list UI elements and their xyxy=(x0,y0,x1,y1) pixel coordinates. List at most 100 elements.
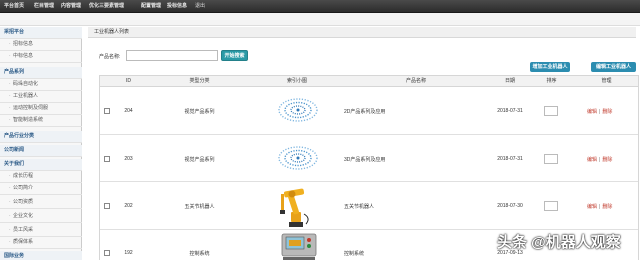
col-date: 日期 xyxy=(504,78,515,84)
vision-dots-icon xyxy=(278,146,318,170)
sidebar-label: 招标信息 xyxy=(13,41,34,47)
sidebar-section-about[interactable]: 关于我们 xyxy=(0,159,82,171)
row-checkbox[interactable] xyxy=(104,203,110,209)
sidebar-section-industry[interactable]: 产品行业分类 xyxy=(0,131,82,143)
sidebar-item-culture[interactable]: · 企业文化 xyxy=(0,211,82,223)
table-header: ID 类型分类 索引小图 产品名称 日期 排序 管理 xyxy=(100,76,638,87)
search-label: 产品名称: xyxy=(99,54,121,60)
sidebar-item-qualifications[interactable]: · 公司资质 xyxy=(0,197,82,209)
cell-name: 2D产品系列及应用 xyxy=(344,109,386,115)
top-nav: 平台首页 栏目管理 内容管理 优化三要素管理 配置管理 投标信息 退出 xyxy=(0,0,640,13)
delete-link[interactable]: 删除 xyxy=(602,157,612,163)
edit-link[interactable]: 编辑 xyxy=(587,109,597,115)
page-title: 工业机器人列表 xyxy=(94,29,130,35)
sidebar-label: 中标信息 xyxy=(13,53,34,59)
cell-category: 视觉产品系列 xyxy=(184,109,215,115)
sidebar-label: 企业文化 xyxy=(13,213,34,219)
sidebar-item-company-intro[interactable]: · 公司简介 xyxy=(0,183,82,195)
nav-seo-manage[interactable]: 优化三要素管理 xyxy=(89,0,124,13)
sort-input[interactable] xyxy=(544,106,558,116)
robot-arm-icon xyxy=(280,188,309,227)
sidebar-item-smart-manufacturing[interactable]: · 智能制造系统 xyxy=(0,115,82,127)
row-actions: 编辑 | 删除 xyxy=(587,203,612,210)
edit-link[interactable]: 编辑 xyxy=(587,157,597,163)
col-thumb: 索引小图 xyxy=(286,78,307,84)
add-robot-button[interactable]: 增加工业机器人 xyxy=(530,62,570,72)
table-row: 204 视觉产品系列 2D产品系列及应用 2018-07-31 编辑 | 删除 xyxy=(100,87,638,135)
sidebar-section-news[interactable]: 公司新闻 xyxy=(0,145,82,157)
sidebar-label: 员工风采 xyxy=(13,227,34,233)
row-actions: 编辑 | 删除 xyxy=(587,108,612,115)
row-checkbox[interactable] xyxy=(104,156,110,162)
sidebar-item-motion-control[interactable]: · 运动控制及伺服 xyxy=(0,103,82,115)
sidebar-label: 关于我们 xyxy=(4,161,25,167)
sidebar-label: 运动控制及伺服 xyxy=(13,105,49,111)
sidebar-label: 采招平台 xyxy=(4,29,25,35)
sidebar-item-win-info[interactable]: · 中标信息 xyxy=(0,51,82,63)
nav-config-manage[interactable]: 配置管理 xyxy=(141,0,161,13)
sidebar-label: 智能制造系统 xyxy=(13,117,44,123)
col-category: 类型分类 xyxy=(189,78,210,84)
sidebar-label: 公司资质 xyxy=(13,199,34,205)
search-button[interactable]: 开始搜索 xyxy=(221,50,248,61)
sidebar-item-history[interactable]: · 成长历程 xyxy=(0,171,82,183)
row-actions: 编辑 | 删除 xyxy=(587,156,612,163)
main-content: 工业机器人列表 产品名称: 开始搜索 增加工业机器人 编辑工业机器人 ID 类型… xyxy=(84,27,640,260)
sidebar-item-bid-info[interactable]: · 招标信息 xyxy=(0,39,82,51)
vision-dots-icon xyxy=(278,98,318,122)
sidebar-label: 国际业务 xyxy=(4,253,25,259)
control-panel-icon xyxy=(281,233,317,260)
watermark: 头条 @机器人观察 xyxy=(497,231,637,255)
row-checkbox[interactable] xyxy=(104,250,110,256)
cell-id: 203 xyxy=(124,156,133,162)
panel-title-bar: 工业机器人列表 xyxy=(88,27,636,38)
sidebar-label: 成长历程 xyxy=(13,173,34,179)
sidebar-section-bidding[interactable]: 采招平台 xyxy=(0,27,82,39)
sidebar-label: 质保体系 xyxy=(13,239,34,245)
nav-logout[interactable]: 退出 xyxy=(195,0,205,13)
sidebar-label: 产品系列 xyxy=(4,69,25,75)
row-checkbox[interactable] xyxy=(104,108,110,114)
sidebar-label: 公司新闻 xyxy=(4,147,25,153)
nav-bid-info[interactable]: 投标信息 xyxy=(167,0,187,13)
search-input[interactable] xyxy=(126,50,218,61)
sidebar-section-products[interactable]: 产品系列 xyxy=(0,67,82,79)
sidebar-label: 产品行业分类 xyxy=(4,133,35,139)
sort-input[interactable] xyxy=(544,201,558,211)
sidebar-label: 公司简介 xyxy=(13,185,34,191)
header-strip xyxy=(0,13,640,26)
cell-id: 204 xyxy=(124,108,133,114)
cell-category: 控制系统 xyxy=(189,251,210,257)
sidebar-item-quality[interactable]: · 质保体系 xyxy=(0,237,82,249)
col-manage: 管理 xyxy=(601,78,612,84)
cell-date: 2018-07-31 xyxy=(497,108,523,114)
cell-name: 3D产品系列及应用 xyxy=(344,157,386,163)
sidebar: 采招平台 · 招标信息 · 中标信息 产品系列 · 码垛自动化 · 工业机器人 · 运动控… xyxy=(0,27,82,260)
sort-input[interactable] xyxy=(544,154,558,164)
col-id: ID xyxy=(126,78,131,84)
cell-date: 2018-07-31 xyxy=(497,156,523,162)
edit-robot-button[interactable]: 编辑工业机器人 xyxy=(591,62,636,72)
watermark-text: 头条 @机器人观察 xyxy=(497,234,621,251)
col-name: 产品名称 xyxy=(405,78,426,84)
nav-content-manage[interactable]: 内容管理 xyxy=(61,0,81,13)
nav-column-manage[interactable]: 栏目管理 xyxy=(34,0,54,13)
col-sort: 排序 xyxy=(546,78,557,84)
cell-name: 五关节机器人 xyxy=(344,204,375,210)
cell-id: 192 xyxy=(124,250,133,256)
sidebar-label: 码垛自动化 xyxy=(13,81,39,87)
sidebar-item-staff[interactable]: · 员工风采 xyxy=(0,225,82,237)
sidebar-label: 工业机器人 xyxy=(13,93,39,99)
sidebar-item-industrial-robot[interactable]: · 工业机器人 xyxy=(0,91,82,103)
cell-date: 2018-07-30 xyxy=(497,203,523,209)
sidebar-item-palletizing[interactable]: · 码垛自动化 xyxy=(0,79,82,91)
table-row: 203 视觉产品系列 3D产品系列及应用 2018-07-31 编辑 | 删除 xyxy=(100,135,638,182)
nav-home[interactable]: 平台首页 xyxy=(4,0,24,13)
cell-category: 视觉产品系列 xyxy=(184,157,215,163)
delete-link[interactable]: 删除 xyxy=(602,204,612,210)
sidebar-section-international[interactable]: 国际业务 xyxy=(0,251,82,260)
cell-name: 控制系统 xyxy=(344,251,365,257)
delete-link[interactable]: 删除 xyxy=(602,109,612,115)
cell-category: 五关节机器人 xyxy=(184,204,215,210)
edit-link[interactable]: 编辑 xyxy=(587,204,597,210)
